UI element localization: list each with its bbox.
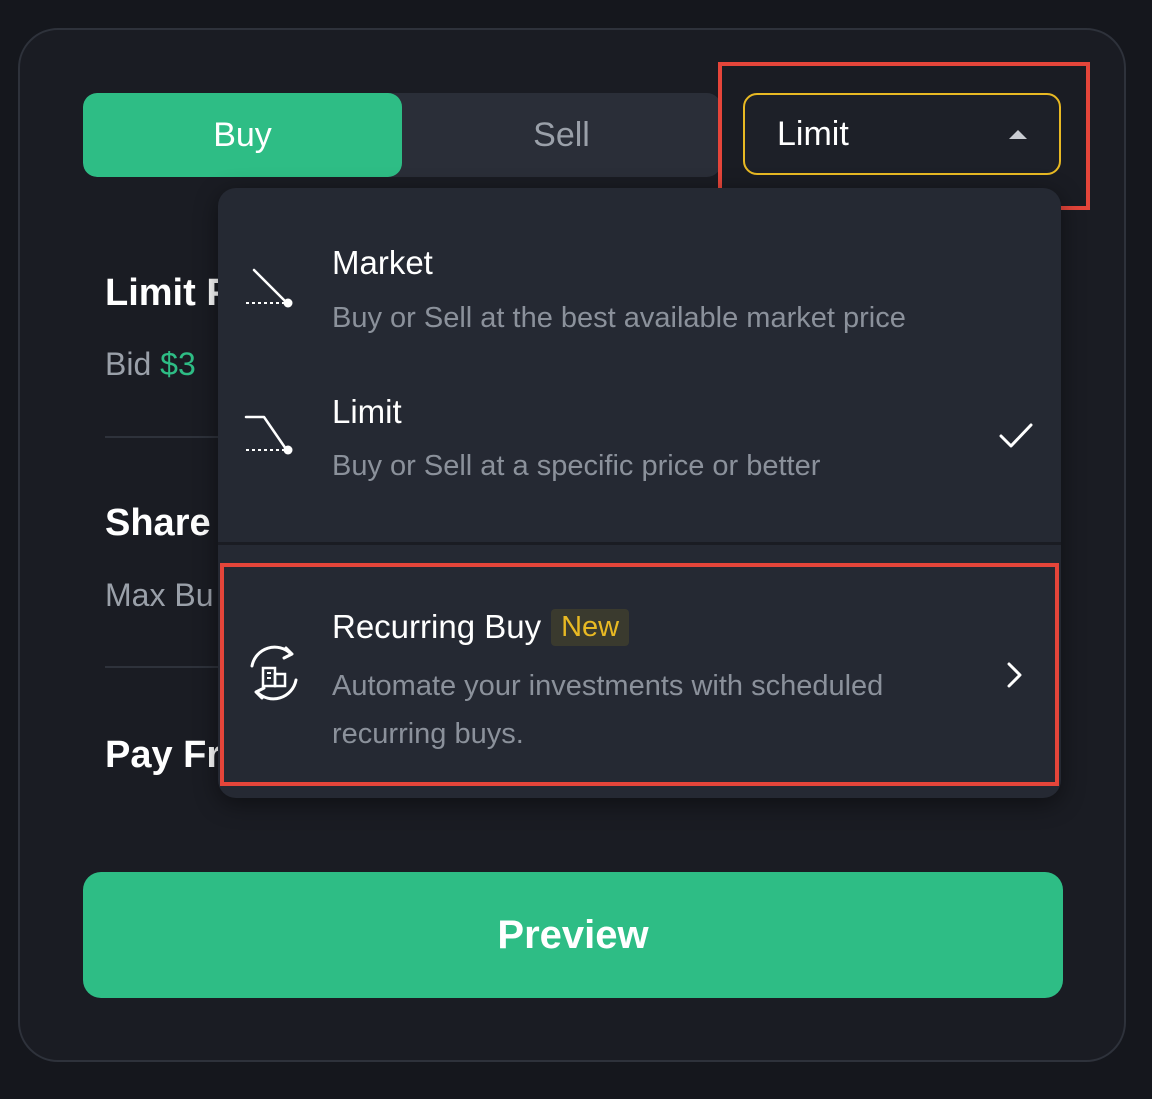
caret-up-icon [1009, 129, 1027, 139]
pay-from-label: Pay Fr [105, 734, 222, 776]
checkmark-icon [999, 423, 1033, 448]
order-type-value: Limit [777, 114, 849, 153]
shares-label: Share [105, 502, 211, 544]
menu-option-description-line2: recurring buys. [332, 718, 524, 750]
max-buy-label: Max Bu [105, 577, 214, 613]
menu-option-description: Buy or Sell at the best available market… [332, 302, 906, 334]
preview-button[interactable]: Preview [83, 872, 1063, 998]
new-badge: New [551, 609, 630, 646]
buy-sell-toggle: Buy Sell [83, 93, 721, 177]
limit-order-icon [244, 415, 293, 455]
menu-option-recurring-buy[interactable]: Recurring Buy New Automate your investmen… [218, 566, 1061, 784]
chevron-right-icon [1007, 662, 1022, 688]
menu-option-title: Market [332, 244, 433, 281]
menu-option-description: Automate your investments with scheduled [332, 670, 884, 702]
menu-option-limit[interactable]: Limit Buy or Sell at a specific price or… [218, 363, 1061, 538]
menu-divider [218, 542, 1061, 545]
bid-label: Bid [105, 346, 152, 382]
order-type-dropdown[interactable]: Limit [743, 93, 1061, 175]
recurring-buy-title-row: Recurring Buy New [332, 608, 630, 646]
market-order-icon [246, 268, 293, 308]
menu-option-title: Limit [332, 393, 402, 430]
menu-option-market[interactable]: Market Buy or Sell at the best available… [218, 188, 1061, 363]
bid-value: $3 [160, 346, 196, 382]
order-type-menu: Market Buy or Sell at the best available… [218, 188, 1061, 798]
bid-row: Bid $3 [105, 346, 196, 383]
sell-button[interactable]: Sell [402, 93, 721, 177]
menu-option-title: Recurring Buy [332, 608, 542, 645]
limit-price-label: Limit P [105, 272, 232, 314]
recurring-buy-icon [250, 645, 298, 701]
buy-button[interactable]: Buy [83, 93, 402, 177]
menu-option-description: Buy or Sell at a specific price or bette… [332, 450, 821, 482]
